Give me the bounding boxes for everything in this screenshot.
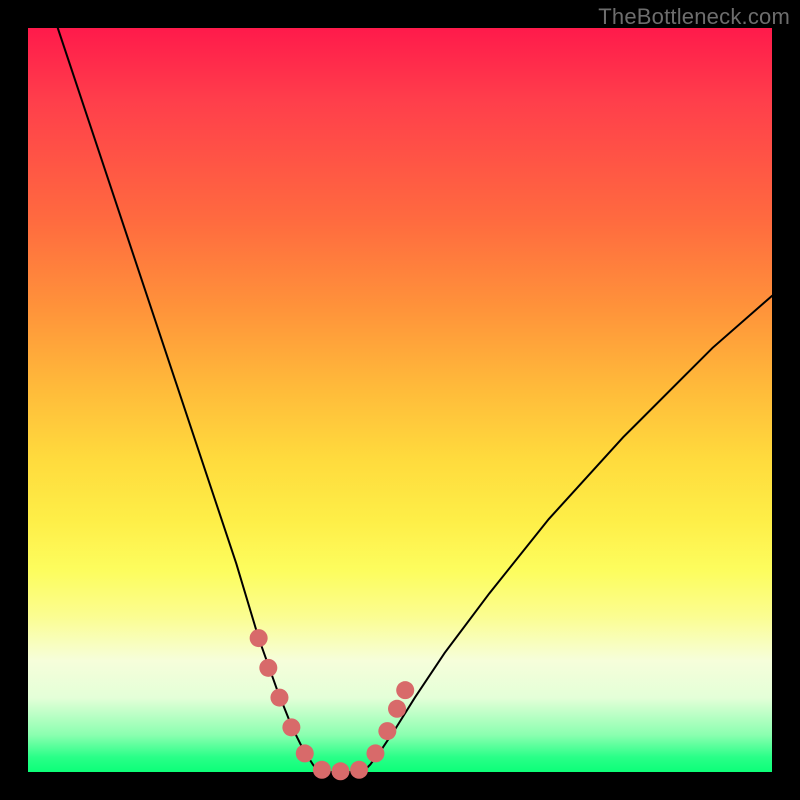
marker-dot (282, 718, 300, 736)
marker-dot (366, 744, 384, 762)
chart-lines (58, 28, 772, 772)
plot-area (28, 28, 772, 772)
series-left-curve (58, 28, 318, 772)
marker-dot (350, 761, 368, 779)
chart-svg (28, 28, 772, 772)
marker-dot (250, 629, 268, 647)
series-right-curve (363, 296, 772, 772)
watermark-text: TheBottleneck.com (598, 4, 790, 30)
marker-dot (396, 681, 414, 699)
marker-dot (388, 700, 406, 718)
chart-frame: TheBottleneck.com (0, 0, 800, 800)
marker-dot (259, 659, 277, 677)
marker-dot (270, 689, 288, 707)
marker-dot (331, 762, 349, 780)
marker-dot (296, 744, 314, 762)
marker-dot (313, 761, 331, 779)
marker-dot (378, 722, 396, 740)
chart-markers (250, 629, 415, 780)
